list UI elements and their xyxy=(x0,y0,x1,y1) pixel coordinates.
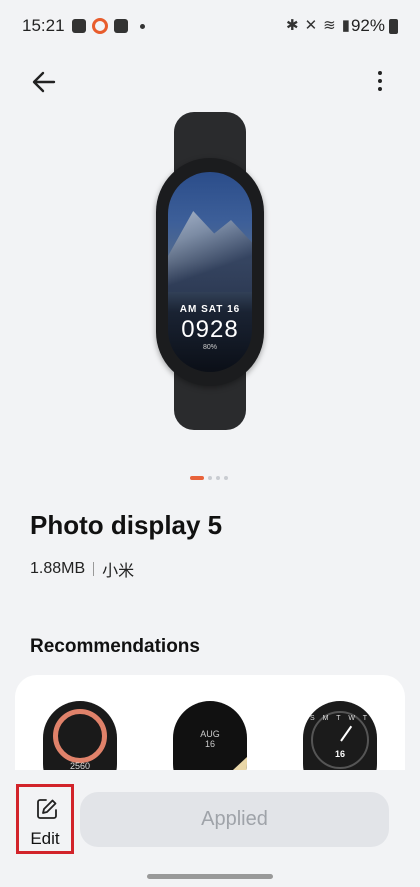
file-size: 1.88MB xyxy=(30,560,86,577)
more-options-button[interactable] xyxy=(370,66,390,96)
edit-label: Edit xyxy=(30,829,60,848)
battery-percent: 92% xyxy=(350,16,385,35)
gallery-icon xyxy=(72,19,86,33)
edit-button[interactable]: Edit xyxy=(16,784,74,854)
status-bar: 15:21 ✱ ✕ ≋ ▮ 92% xyxy=(0,0,420,56)
signal-icon: ▮ xyxy=(341,17,350,34)
top-app-bar xyxy=(0,56,420,106)
status-time: 15:21 xyxy=(22,16,65,35)
pager-dot-active xyxy=(190,476,204,480)
watchface-preview[interactable]: AM SAT 16 0928 80% xyxy=(150,112,270,430)
applied-button[interactable]: Applied xyxy=(80,792,389,847)
watch-screen: AM SAT 16 0928 80% xyxy=(168,172,252,372)
face-month: AUG xyxy=(200,729,220,739)
ring-app-icon xyxy=(92,18,108,34)
watch-battery: 80% xyxy=(202,344,217,351)
more-vert-icon xyxy=(378,71,382,75)
pager-dot xyxy=(216,476,220,480)
preview-pager[interactable] xyxy=(190,476,228,480)
author: 小米 xyxy=(102,563,135,580)
home-indicator[interactable] xyxy=(147,874,273,879)
photo-background xyxy=(168,211,252,292)
back-button[interactable] xyxy=(26,64,66,98)
meta-divider xyxy=(93,562,95,576)
more-notifications-icon xyxy=(140,23,145,29)
bluetooth-icon: ✱ xyxy=(286,17,299,34)
pager-dot xyxy=(208,476,212,480)
status-connectivity: ✱ ✕ ≋ ▮ xyxy=(286,16,350,34)
edit-icon xyxy=(37,799,57,819)
face-day: 16 xyxy=(334,749,345,759)
battery-status: 92% xyxy=(351,16,398,36)
pager-dot xyxy=(224,476,228,480)
face-day: 16 xyxy=(204,739,215,749)
notification-icons xyxy=(72,18,145,34)
face-weekdays: S M T W T xyxy=(309,715,371,722)
watch-date: AM SAT 16 xyxy=(179,304,241,315)
wifi-icon: ≋ xyxy=(323,17,336,34)
back-arrow-icon xyxy=(32,71,56,93)
watch-time: 0928 xyxy=(181,316,239,343)
recommendations-heading: Recommendations xyxy=(30,636,200,657)
battery-icon xyxy=(389,18,398,34)
watchface-meta: 1.88MB 小米 xyxy=(30,557,134,581)
mute-icon: ✕ xyxy=(304,17,318,34)
watchface-title: Photo display 5 xyxy=(30,510,223,540)
sigma-app-icon xyxy=(114,19,128,33)
bottom-action-bar: Edit Applied xyxy=(0,770,420,887)
